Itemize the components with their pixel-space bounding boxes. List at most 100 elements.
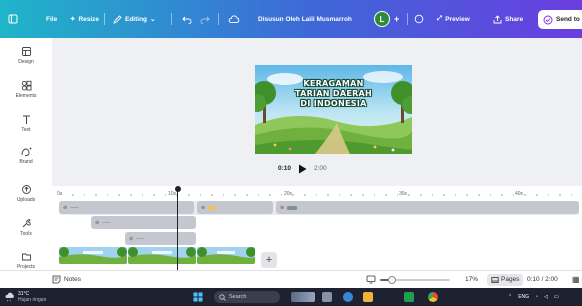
cloud-check-icon xyxy=(228,15,240,23)
sidebar-toggle-button[interactable] xyxy=(8,0,18,38)
zoom-slider-thumb[interactable] xyxy=(388,276,396,284)
divider xyxy=(171,13,172,25)
grid-view-button[interactable]: ▦ xyxy=(572,271,580,288)
sidebar-item-projects[interactable]: Projects xyxy=(0,251,52,270)
widgets-icon[interactable] xyxy=(291,292,315,302)
expand-icon: ⤢ xyxy=(437,15,443,22)
weather-widget[interactable]: 31°C Hujan ringan xyxy=(4,288,46,306)
ruler-dot xyxy=(327,194,329,196)
preview-button[interactable]: ⤢ Preview xyxy=(437,0,470,38)
system-tray[interactable]: ⌃ ENG ◔ ◁ ▭ xyxy=(508,288,559,306)
ruler-dot xyxy=(315,194,318,196)
task-view-icon[interactable] xyxy=(322,292,332,302)
ruler-dot xyxy=(524,194,526,196)
edge-browser-icon[interactable] xyxy=(343,292,353,302)
weather-text: Hujan ringan xyxy=(18,297,47,303)
ruler-dot xyxy=(431,194,434,196)
link-icon: ⊕ xyxy=(201,204,206,211)
notes-label: Notes xyxy=(64,276,81,283)
sidebar-item-design[interactable]: Design xyxy=(0,46,52,65)
playback-controls: 0:10 2:00 xyxy=(278,162,327,175)
ruler-dot xyxy=(234,194,236,196)
avatar-initial: L xyxy=(379,14,385,24)
video-clip[interactable] xyxy=(128,247,196,264)
start-button[interactable] xyxy=(193,288,203,306)
timeline-clip[interactable]: ⊕ ----- xyxy=(59,201,194,214)
sidebar-item-elements[interactable]: Elements xyxy=(0,80,52,99)
presenter-view-button[interactable] xyxy=(366,271,376,288)
timeline-clip[interactable]: ⊕ ----- xyxy=(125,232,196,245)
volume-icon: ◁ xyxy=(544,294,548,300)
plus-icon: + xyxy=(394,14,400,24)
notes-button[interactable]: Notes xyxy=(52,271,81,288)
add-page-button[interactable]: + xyxy=(261,252,277,268)
playhead-handle[interactable] xyxy=(174,186,181,192)
ruler-dot xyxy=(385,194,387,196)
redo-button[interactable] xyxy=(200,0,210,38)
timeline-clip[interactable]: ⊕ xyxy=(276,201,579,214)
timeline-panel: 0s 10s 20s 30s 40s ⊕ ----- ⊕ ⊕ ⊕ ----- ⊕ xyxy=(52,186,582,270)
timeline-playhead[interactable] xyxy=(177,188,178,270)
clip-thumbnail xyxy=(208,205,218,210)
ruler-dot xyxy=(478,194,480,196)
user-avatar[interactable]: L xyxy=(374,0,390,38)
divider xyxy=(407,13,408,25)
play-button[interactable] xyxy=(296,162,309,175)
ruler-dot xyxy=(211,194,213,196)
video-clip[interactable] xyxy=(59,247,127,264)
sidebar-item-label: Text xyxy=(21,127,31,133)
video-clip[interactable] xyxy=(197,247,255,264)
canvas-workspace: KERAGAMAN TARIAN DAERAH DI INDONESIA 0:1… xyxy=(52,38,582,186)
ruler-dot xyxy=(269,194,271,196)
divider xyxy=(218,13,219,25)
ruler-dot xyxy=(304,194,306,196)
design-title[interactable]: Disusun Oleh Laili Musmarroh xyxy=(258,0,352,38)
app-icon[interactable] xyxy=(404,292,414,302)
cloud-save-status[interactable] xyxy=(228,0,240,38)
sidebar-item-label: Design xyxy=(18,59,34,65)
timeline-clip[interactable]: ⊕ xyxy=(197,201,273,214)
link-icon: ⊕ xyxy=(129,235,134,242)
divider xyxy=(104,13,105,25)
tools-icon xyxy=(22,219,31,228)
ruler-dot xyxy=(501,194,503,196)
zoom-level[interactable]: 17% xyxy=(465,271,478,288)
file-explorer-icon[interactable] xyxy=(363,292,373,302)
send-to-label: Send to xyxy=(556,16,580,23)
sidebar-item-tools[interactable]: Tools xyxy=(0,218,52,237)
resize-button[interactable]: ✦ Resize xyxy=(70,0,99,38)
comments-button[interactable] xyxy=(414,0,424,38)
battery-icon: ▭ xyxy=(553,294,559,300)
design-title-text: Disusun Oleh Laili Musmarroh xyxy=(258,15,352,23)
chrome-icon[interactable] xyxy=(428,292,438,302)
file-menu[interactable]: File xyxy=(46,0,57,38)
timeline-clip[interactable]: ⊕ ----- xyxy=(91,216,196,229)
sparkle-icon: ✦ xyxy=(70,16,76,23)
ruler-dot xyxy=(72,194,74,196)
resize-label: Resize xyxy=(78,15,100,23)
language-indicator: ENG xyxy=(518,294,530,300)
slide-canvas[interactable]: KERAGAMAN TARIAN DAERAH DI INDONESIA xyxy=(255,65,412,154)
pages-label: Pages xyxy=(501,276,520,283)
editing-mode-dropdown[interactable]: Editing ⌄ xyxy=(113,0,155,38)
clip-label: ----- xyxy=(136,235,145,242)
taskbar-search[interactable]: Search xyxy=(214,291,280,303)
sidebar-item-uploads[interactable]: Uploads xyxy=(0,184,52,203)
send-to-button[interactable]: Send to xyxy=(538,10,582,29)
sidebar-item-brand[interactable]: Brand xyxy=(0,146,52,165)
zoom-slider[interactable] xyxy=(380,276,450,284)
ruler-dot xyxy=(292,194,294,196)
slide-title[interactable]: KERAGAMAN TARIAN DAERAH DI INDONESIA xyxy=(255,79,412,109)
monitor-icon xyxy=(366,275,376,284)
brand-icon xyxy=(21,147,32,157)
pages-button[interactable]: Pages xyxy=(487,271,524,288)
notes-icon xyxy=(52,275,61,284)
ruler-tick: 30s xyxy=(399,191,408,197)
timeline-ruler[interactable]: 0s 10s 20s 30s 40s xyxy=(52,186,582,199)
sidebar-item-text[interactable]: Text xyxy=(0,114,52,133)
invite-button[interactable]: + xyxy=(394,0,399,38)
share-button[interactable]: Share xyxy=(493,0,523,38)
slide-title-line: KERAGAMAN xyxy=(303,79,364,88)
windows-taskbar: 31°C Hujan ringan Search ⌃ ENG ◔ ◁ ▭ xyxy=(0,288,582,306)
undo-button[interactable] xyxy=(182,0,192,38)
